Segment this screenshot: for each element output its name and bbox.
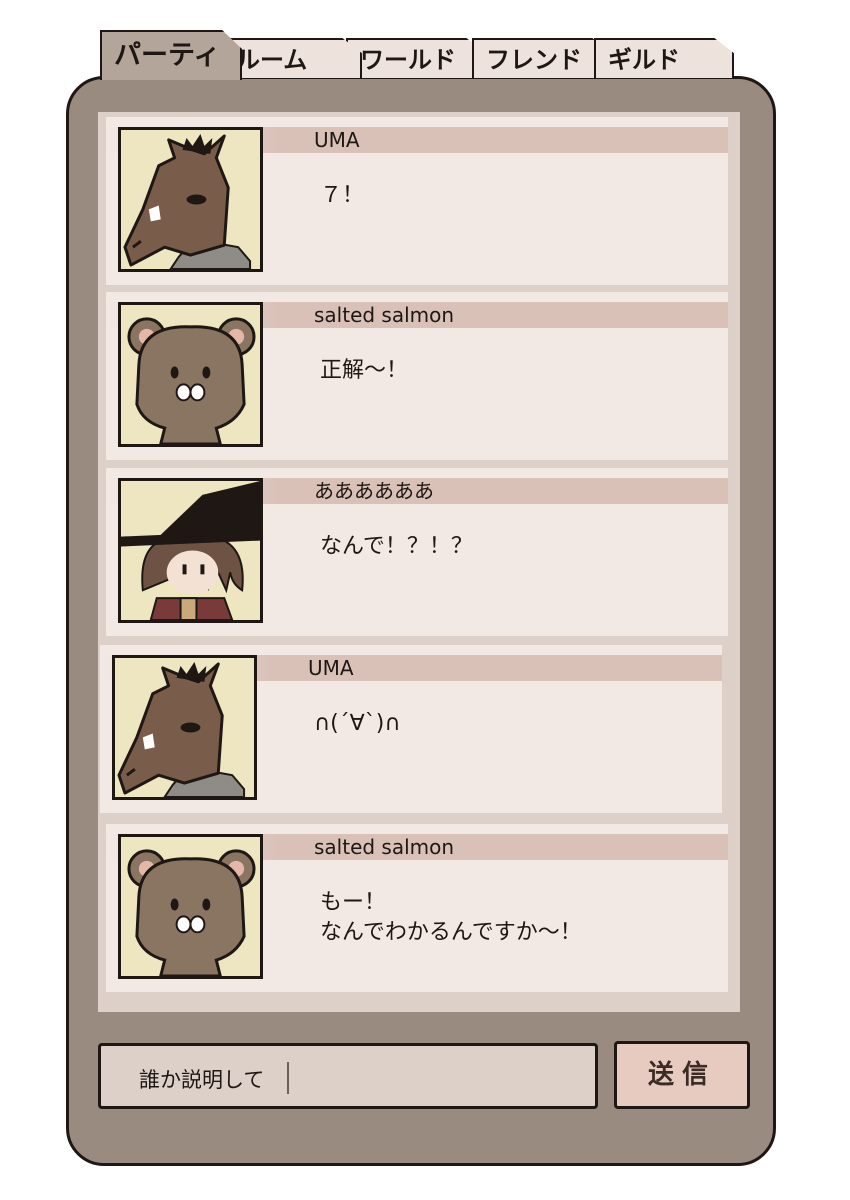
chat-tabs: ルーム ワールド フレンド ギルド パーティ [100, 30, 740, 80]
tab-room[interactable]: ルーム [222, 38, 362, 78]
sender-name: UMA [314, 128, 360, 152]
chat-input[interactable]: 誰か説明して [98, 1043, 598, 1109]
tab-friend[interactable]: フレンド [472, 38, 612, 78]
send-button[interactable]: 送信 [614, 1041, 750, 1109]
chat-message: salted salmon 正解〜！ [106, 292, 728, 460]
sender-name: salted salmon [314, 303, 455, 327]
message-text: なんで！？！？ [320, 534, 473, 559]
tab-label: ワールド [360, 46, 456, 74]
tab-party[interactable]: パーティ [100, 30, 242, 80]
tab-label: フレンド [486, 46, 582, 74]
message-list[interactable]: UMA ７！ salted salmon 正解〜！ ああああああ なんで！？！？… [98, 112, 740, 1012]
chat-message: ああああああ なんで！？！？ [106, 468, 728, 636]
sender-name: ああああああ [314, 479, 434, 503]
chat-message: UMA ７！ [106, 117, 728, 285]
message-text: ∩(´∀`)∩ [314, 711, 401, 736]
chat-message: salted salmon もー！ なんでわかるんですか〜！ [106, 824, 728, 992]
tab-label: パーティ [114, 40, 221, 71]
tab-world[interactable]: ワールド [346, 38, 486, 78]
sender-name: salted salmon [314, 835, 455, 859]
message-text: ７！ [320, 183, 365, 208]
tab-guild[interactable]: ギルド [594, 38, 734, 78]
bear-avatar[interactable] [118, 834, 263, 979]
sender-name: UMA [308, 656, 354, 680]
bear-avatar[interactable] [118, 302, 263, 447]
witch-hat-avatar[interactable] [118, 478, 263, 623]
horse-mask-avatar[interactable] [112, 655, 257, 800]
message-text: もー！ なんでわかるんですか〜！ [320, 890, 582, 945]
chat-input-value: 誰か説明して [139, 1068, 265, 1092]
horse-mask-avatar[interactable] [118, 127, 263, 272]
chat-message: UMA ∩(´∀`)∩ [100, 645, 722, 813]
tab-label: ルーム [236, 46, 308, 74]
text-caret [287, 1062, 289, 1094]
message-text: 正解〜！ [320, 358, 409, 383]
tab-label: ギルド [608, 46, 680, 74]
